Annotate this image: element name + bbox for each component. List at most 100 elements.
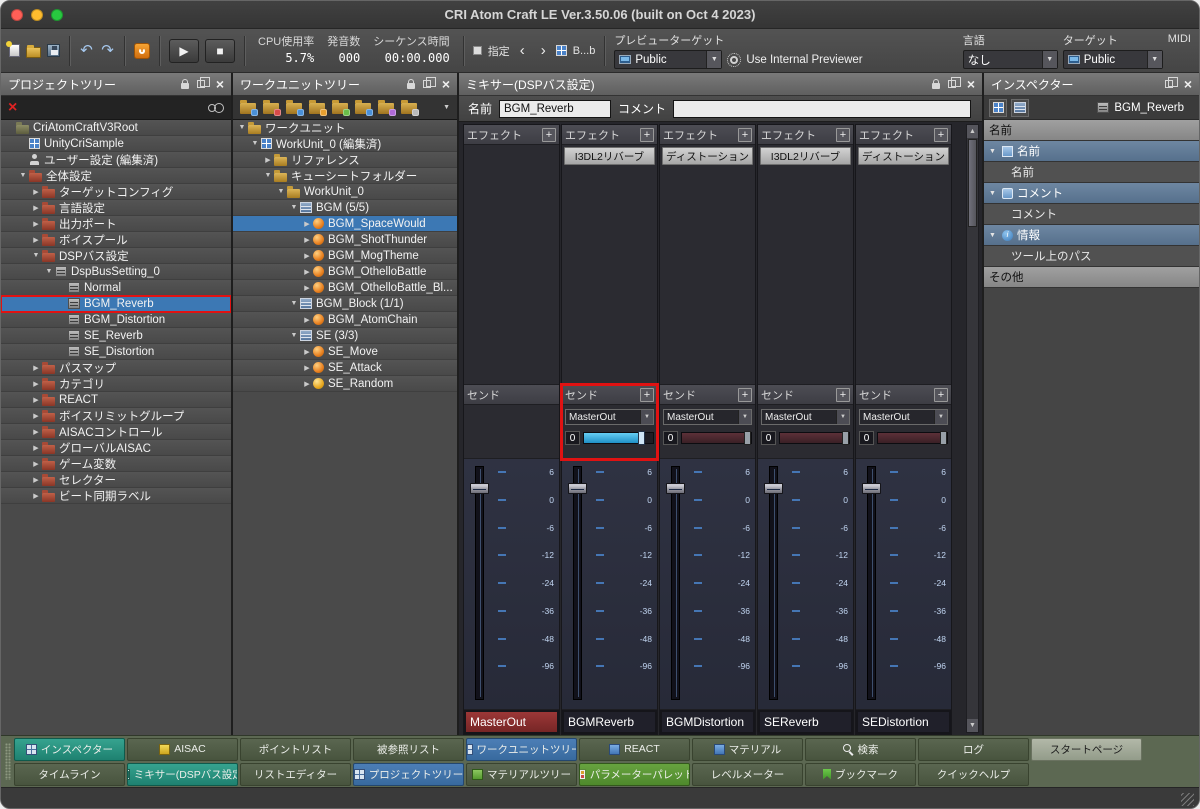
close-icon[interactable] [442,77,450,91]
previous-cue-icon[interactable]: ‹ [515,41,530,61]
play-button[interactable]: ▶ [169,39,199,63]
tab-bookmark[interactable]: ブックマーク [805,763,916,786]
slider-knob[interactable] [842,431,849,445]
add-send-button[interactable]: + [738,388,752,402]
tree-item[interactable]: ▶SE_Move [233,344,457,360]
close-icon[interactable] [967,77,975,91]
expander-icon[interactable]: ▼ [288,204,300,211]
tab-list-editor[interactable]: リストエディター [240,763,351,786]
float-panel-icon[interactable] [423,80,431,88]
add-workunit-folder-icon[interactable] [240,103,256,114]
preview-cue-indicator[interactable]: B...b [556,45,596,57]
tree-item[interactable]: ▼全体設定 [1,168,231,184]
expander-icon[interactable]: ▶ [30,236,42,244]
undo-icon[interactable] [79,43,94,58]
expander-icon[interactable]: ▼ [288,332,300,339]
fader-knob[interactable] [666,483,685,494]
tab-mixer-dsp-bus[interactable]: ミキサー(DSPバス設定) [127,763,238,786]
fader-knob[interactable] [568,483,587,494]
slider-knob[interactable] [744,431,751,445]
close-icon[interactable] [1184,77,1192,91]
expander-icon[interactable]: ▼ [288,300,300,307]
lock-icon[interactable] [181,83,189,89]
atom-tool-icon[interactable] [134,43,150,59]
mixer-comment-input[interactable] [673,100,971,118]
tree-item[interactable]: ▼SE (3/3) [233,328,457,344]
save-project-icon[interactable] [47,44,60,57]
add-cuesheet-folder-icon[interactable] [263,103,279,114]
resize-grip-icon[interactable] [1181,793,1194,806]
tree-item[interactable]: ▼ワークユニット [233,120,457,136]
tree-item[interactable]: ▶AISACコントロール [1,424,231,440]
fader-track[interactable] [769,466,778,700]
fader-track[interactable] [671,466,680,700]
tree-item[interactable]: ▶BGM_SpaceWould [233,216,457,232]
slider-track[interactable] [877,432,948,444]
expander-icon[interactable]: ▶ [30,380,42,388]
send-level-slider[interactable]: 0 [565,430,654,446]
send-target-dropdown[interactable]: MasterOut▼ [565,409,654,425]
add-track-icon[interactable] [332,103,348,114]
send-target-dropdown[interactable]: MasterOut▼ [663,409,752,425]
tree-item[interactable]: ユーザー設定 (編集済) [1,152,231,168]
channel-name[interactable]: SEDistortion [858,712,949,732]
slider-knob[interactable] [940,431,947,445]
link-icon[interactable] [208,104,216,112]
tree-item[interactable]: BGM_Reverb [1,296,231,312]
channel-name[interactable]: BGMReverb [564,712,655,732]
next-cue-icon[interactable]: › [536,41,551,61]
inspector-field-row[interactable]: コメント [984,204,1199,225]
inspector-section-header[interactable]: ▼名前 [984,141,1199,162]
add-send-button[interactable]: + [934,388,948,402]
expander-icon[interactable]: ▶ [30,428,42,436]
inspector-section-header[interactable]: ▼情報 [984,225,1199,246]
tree-item[interactable]: ▶SE_Attack [233,360,457,376]
tree-item[interactable]: ▶BGM_OthelloBattle [233,264,457,280]
tab-parameter-palette[interactable]: パラメーターパレット [579,763,690,786]
inspector-section-header[interactable]: ▼コメント [984,183,1199,204]
effect-button[interactable]: I3DL2リバーブ [760,147,851,165]
tree-item[interactable]: ▶ボイスリミットグループ [1,408,231,424]
tab-point-list[interactable]: ポイントリスト [240,738,351,761]
expander-icon[interactable]: ▶ [301,252,313,260]
zoom-window-button[interactable] [51,9,63,21]
add-send-button[interactable]: + [640,388,654,402]
expander-icon[interactable]: ▶ [30,204,42,212]
tree-item[interactable]: ▶SE_Random [233,376,457,392]
mixer-name-input[interactable] [499,100,611,118]
tree-item[interactable]: ▶BGM_OthelloBattle_Bl... [233,280,457,296]
expander-icon[interactable]: ▶ [301,380,313,388]
expander-icon[interactable]: ▶ [301,220,313,228]
tab-quick-help[interactable]: クイックヘルプ [918,763,1029,786]
open-project-icon[interactable] [26,47,41,58]
tab-material-tree[interactable]: マテリアルツリー [466,763,577,786]
float-panel-icon[interactable] [197,80,205,88]
slider-knob[interactable] [638,431,645,445]
gear-icon[interactable] [728,54,740,66]
tree-item[interactable]: ▼DspBusSetting_0 [1,264,231,280]
effect-button[interactable]: I3DL2リバーブ [564,147,655,165]
tree-item[interactable]: SE_Reverb [1,328,231,344]
tree-item[interactable]: ▶出力ポート [1,216,231,232]
minimize-window-button[interactable] [31,9,43,21]
tree-settings-icon[interactable] [401,103,417,114]
scrollbar-thumb[interactable] [968,139,977,227]
tree-item[interactable]: ▶BGM_ShotThunder [233,232,457,248]
stop-button[interactable]: ■ [205,39,235,63]
fader-track[interactable] [573,466,582,700]
designate-checkbox[interactable] [473,46,482,55]
language-dropdown[interactable]: なし ▼ [963,50,1058,69]
fader-track[interactable] [475,466,484,700]
inspector-view-list-button[interactable] [1011,99,1029,117]
tree-item[interactable]: ▶セレクター [1,472,231,488]
inspector-field-row[interactable]: 名前 [984,162,1199,183]
tab-start-page[interactable]: スタートページ [1031,738,1142,761]
close-window-button[interactable] [11,9,23,21]
channel-name[interactable]: BGMDistortion [662,712,753,732]
fader-track[interactable] [867,466,876,700]
expander-icon[interactable]: ▶ [301,348,313,356]
reload-tree-icon[interactable] [378,103,394,114]
expander-icon[interactable]: ▶ [30,220,42,228]
channel-name[interactable]: SEReverb [760,712,851,732]
expander-icon[interactable]: ▶ [30,492,42,500]
